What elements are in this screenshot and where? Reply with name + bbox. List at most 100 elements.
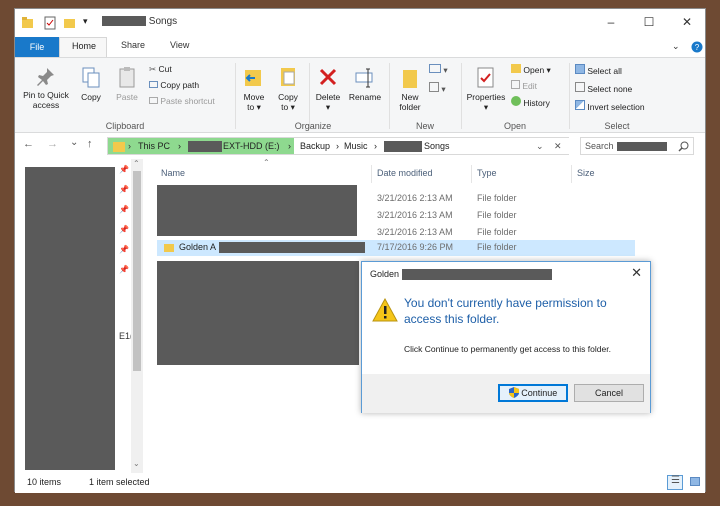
details-view-button[interactable]: ☰ (667, 475, 683, 490)
edit-label: Edit (522, 81, 538, 91)
tab-view[interactable]: View (170, 40, 189, 50)
navpane-scrollbar[interactable]: ⌃ ⌄ (131, 159, 143, 473)
scroll-up-icon[interactable]: ⌃ (133, 159, 140, 168)
continue-button[interactable]: Continue (498, 384, 568, 402)
dialog-close-button[interactable]: ✕ (631, 265, 642, 281)
select-none-button[interactable]: Select none (575, 82, 632, 94)
pin-label-1: Pin to Quick (23, 90, 69, 100)
paste-icon (119, 67, 135, 88)
row-type: File folder (477, 242, 517, 252)
easy-access-icon (429, 82, 439, 92)
ribbon-separator (389, 63, 390, 129)
new-folder-label-1: New (401, 92, 419, 102)
properties-qa-icon[interactable] (43, 16, 57, 30)
forward-button[interactable]: → (47, 138, 58, 150)
column-date-modified[interactable]: Date modified (377, 168, 433, 178)
column-size[interactable]: Size (577, 168, 595, 178)
back-button[interactable]: ← (23, 138, 34, 150)
new-group-label: New (415, 121, 434, 131)
up-button[interactable]: ↑ (87, 138, 93, 150)
svg-text:?: ? (695, 43, 700, 52)
details-view-icon: ☰ (671, 475, 680, 486)
window-title-text: Songs (148, 16, 178, 27)
scrollbar-thumb[interactable] (133, 171, 141, 371)
invert-selection-button[interactable]: Invert selection (575, 100, 645, 112)
tab-home-frame[interactable]: Home (59, 37, 107, 57)
maximize-button[interactable]: ☐ (641, 15, 657, 29)
pin-icon (37, 68, 54, 86)
address-dropdown-icon[interactable]: ⌄ (536, 141, 544, 152)
cut-button[interactable]: ✂ Cut (149, 64, 172, 74)
properties-label-2: ▾ (483, 102, 489, 112)
customize-qa-icon[interactable]: ▾ (83, 16, 88, 30)
open-group-label: Open (503, 121, 527, 131)
column-type[interactable]: Type (477, 168, 497, 178)
column-divider[interactable] (571, 165, 572, 183)
row-date: 7/17/2016 9:26 PM (377, 242, 454, 252)
paste-shortcut-button[interactable]: Paste shortcut (149, 96, 215, 106)
search-input[interactable]: Search (585, 141, 614, 151)
new-folder-qa-icon[interactable] (63, 16, 77, 30)
copy-path-label: Copy path (160, 80, 200, 90)
dialog-footer: Continue Cancel (362, 374, 650, 413)
breadcrumb-music[interactable]: Music (344, 141, 368, 151)
pin-quick-access-button[interactable]: Pin to Quick access (19, 66, 73, 110)
new-item-icon (429, 64, 441, 73)
recent-locations-button[interactable]: ⌄ (70, 137, 78, 148)
paste-button[interactable]: Paste (111, 66, 143, 102)
open-button[interactable]: Open ▾ (511, 64, 551, 75)
scroll-down-icon[interactable]: ⌄ (133, 459, 140, 468)
history-label: History (523, 98, 550, 108)
redacted-block (617, 142, 667, 151)
scissors-icon: ✂ (149, 64, 157, 74)
large-icons-view-button[interactable] (687, 475, 703, 490)
table-row-selected[interactable]: Golden A 7/17/2016 9:26 PM File folder (157, 240, 635, 256)
window-title: Songs (102, 16, 177, 27)
row-date: 3/21/2016 2:13 AM (377, 210, 453, 220)
folder-icon (164, 244, 174, 252)
close-button[interactable]: ✕ (679, 15, 695, 29)
column-divider[interactable] (371, 165, 372, 183)
select-all-button[interactable]: Select all (575, 64, 622, 76)
new-item-button[interactable]: ▾ (429, 64, 448, 75)
column-divider[interactable] (471, 165, 472, 183)
address-bar[interactable]: › This PC › EXT-HDD (E:) › Backup › Musi… (107, 137, 569, 155)
column-header: ⌃ Name Date modified Type Size (153, 158, 633, 183)
edit-button[interactable]: Edit (511, 80, 537, 91)
copy-to-button[interactable]: Copy to ▾ (273, 66, 303, 112)
properties-button[interactable]: Properties ▾ (463, 66, 509, 112)
delete-label-1: Delete (315, 92, 341, 102)
search-icon[interactable] (678, 141, 689, 152)
history-icon (511, 96, 521, 106)
help-icon[interactable]: ? (691, 41, 703, 53)
ribbon-separator (235, 63, 236, 129)
tab-home[interactable]: Home (72, 41, 96, 51)
ribbon-collapse-icon[interactable]: ⌄ (672, 41, 680, 52)
redacted-nav-tree (25, 167, 115, 470)
search-box[interactable]: Search (580, 137, 694, 155)
tab-share[interactable]: Share (121, 40, 145, 50)
breadcrumb-backup[interactable]: Backup (300, 141, 330, 151)
column-name[interactable]: Name (161, 168, 185, 178)
copy-path-button[interactable]: Copy path (149, 80, 199, 90)
history-button[interactable]: History (511, 96, 550, 108)
copy-to-label-1: Copy (278, 92, 298, 102)
minimize-button[interactable]: – (603, 15, 619, 29)
breadcrumb-this-pc[interactable]: This PC (138, 141, 170, 151)
ribbon-tabs: File Home Share View ⌄ ? (15, 37, 705, 57)
tab-file[interactable]: File (15, 37, 59, 57)
address-clear-icon[interactable]: ✕ (554, 141, 562, 152)
move-to-button[interactable]: Move to ▾ (239, 66, 269, 112)
breadcrumb-separator: › (374, 141, 377, 151)
delete-button[interactable]: Delete ▾ (312, 66, 344, 112)
new-folder-button[interactable]: New folder (395, 66, 425, 112)
easy-access-button[interactable]: ▾ (429, 82, 446, 94)
cancel-button[interactable]: Cancel (574, 384, 644, 402)
breadcrumb-songs[interactable]: Songs (424, 141, 450, 151)
dialog-title: Golden (370, 269, 552, 281)
rename-button[interactable]: Rename (347, 66, 383, 102)
copy-button[interactable]: Copy (75, 66, 107, 102)
breadcrumb-drive[interactable]: EXT-HDD (E:) (223, 141, 280, 151)
rename-label: Rename (348, 92, 382, 102)
select-all-label: Select all (587, 66, 622, 76)
